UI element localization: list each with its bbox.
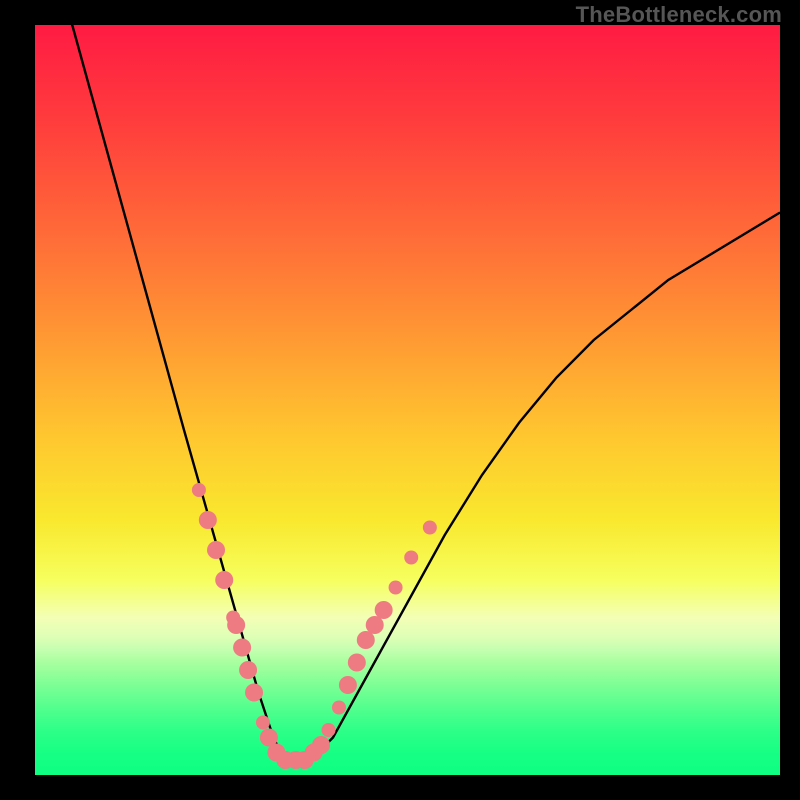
curve-marker [366, 616, 384, 634]
curve-marker [199, 511, 217, 529]
chart-frame: TheBottleneck.com [0, 0, 800, 800]
curve-marker [239, 661, 257, 679]
curve-marker [332, 701, 346, 715]
curve-marker [312, 736, 330, 754]
curve-marker [215, 571, 233, 589]
curve-marker [357, 631, 375, 649]
curve-marker [404, 551, 418, 565]
curve-markers [192, 483, 437, 769]
bottleneck-curve [35, 0, 780, 760]
curve-group [35, 0, 780, 760]
curve-marker [233, 639, 251, 657]
watermark-text: TheBottleneck.com [576, 2, 782, 28]
curve-marker [339, 676, 357, 694]
curve-marker [192, 483, 206, 497]
curve-marker [322, 723, 336, 737]
curve-marker [348, 654, 366, 672]
bottleneck-curve-svg [35, 25, 780, 775]
plot-area [35, 25, 780, 775]
curve-marker [389, 581, 403, 595]
curve-marker [423, 521, 437, 535]
curve-marker [256, 716, 270, 730]
curve-marker [207, 541, 225, 559]
curve-marker [227, 616, 245, 634]
curve-marker [375, 601, 393, 619]
curve-marker [245, 684, 263, 702]
